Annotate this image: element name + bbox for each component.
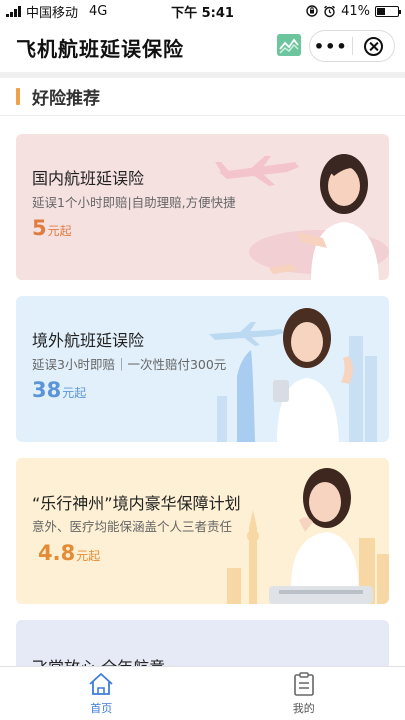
clipboard-icon [293,671,314,696]
tab-home-label: 首页 [90,701,113,715]
carrier-name: 中国移动 [26,5,79,21]
tab-mine[interactable]: 我的 [203,667,405,720]
bottom-tab-bar: 首页 我的 [0,666,405,720]
price-value: 38 [32,378,62,402]
mini-program-chart-icon[interactable] [277,34,301,56]
product-card-domestic-luxury-plan[interactable]: “乐行神州”境内豪华保障计划 意外、医疗均能保涵盖个人三者责任 4.8 元起 [16,458,389,604]
battery-icon [375,5,401,17]
product-price: 38 元起 [32,378,86,402]
product-card-domestic-delay[interactable]: 国内航班延误险 延误1个小时即赔|自助理赔,方便快捷 5 元起 [16,134,389,280]
price-unit: 元起 [76,549,101,563]
tab-home[interactable]: 首页 [0,667,203,720]
price-unit: 元起 [62,386,87,400]
product-price: 4.8 元起 [38,541,100,565]
nav-bar: 飞机航班延误保险 ••• [0,22,405,72]
product-title: 境外航班延误险 [32,331,145,350]
product-title: “乐行神州”境内豪华保障计划 [32,494,241,513]
alarm-icon [324,5,336,17]
close-icon [363,36,383,56]
product-description: 延误1个小时即赔|自助理赔,方便快捷 [32,195,236,210]
battery-percent: 41% [341,3,370,19]
tab-mine-label: 我的 [292,701,315,715]
status-right: 41% [306,3,401,19]
product-title: 国内航班延误险 [32,169,145,188]
status-bar: 中国移动 4G 下午 5:41 41% [0,0,405,22]
close-button[interactable] [352,36,394,56]
section-header: 好险推荐 [0,78,405,116]
status-left: 中国移动 4G [6,2,107,21]
price-value: 5 [32,216,47,240]
page-title: 飞机航班延误保险 [16,36,184,61]
more-options-button[interactable]: ••• [310,37,352,56]
section-title: 好险推荐 [32,89,100,109]
product-card-overseas-delay[interactable]: 境外航班延误险 延误3小时即赔｜一次性赔付300元 38 元起 [16,296,389,442]
price-value: 4.8 [38,541,76,565]
section-accent-bar [16,88,20,105]
network-type: 4G [89,3,108,19]
airplane-city-woman-illustration [209,308,377,442]
price-unit: 元起 [47,224,72,238]
product-price: 5 元起 [32,216,72,240]
orientation-lock-icon [306,5,318,17]
product-description: 意外、医疗均能保涵盖个人三者责任 [32,519,233,534]
signal-icon [6,5,21,17]
mini-program-capsule: ••• [309,30,395,62]
home-icon [89,672,113,695]
product-description: 延误3小时即赔｜一次性赔付300元 [32,357,227,372]
